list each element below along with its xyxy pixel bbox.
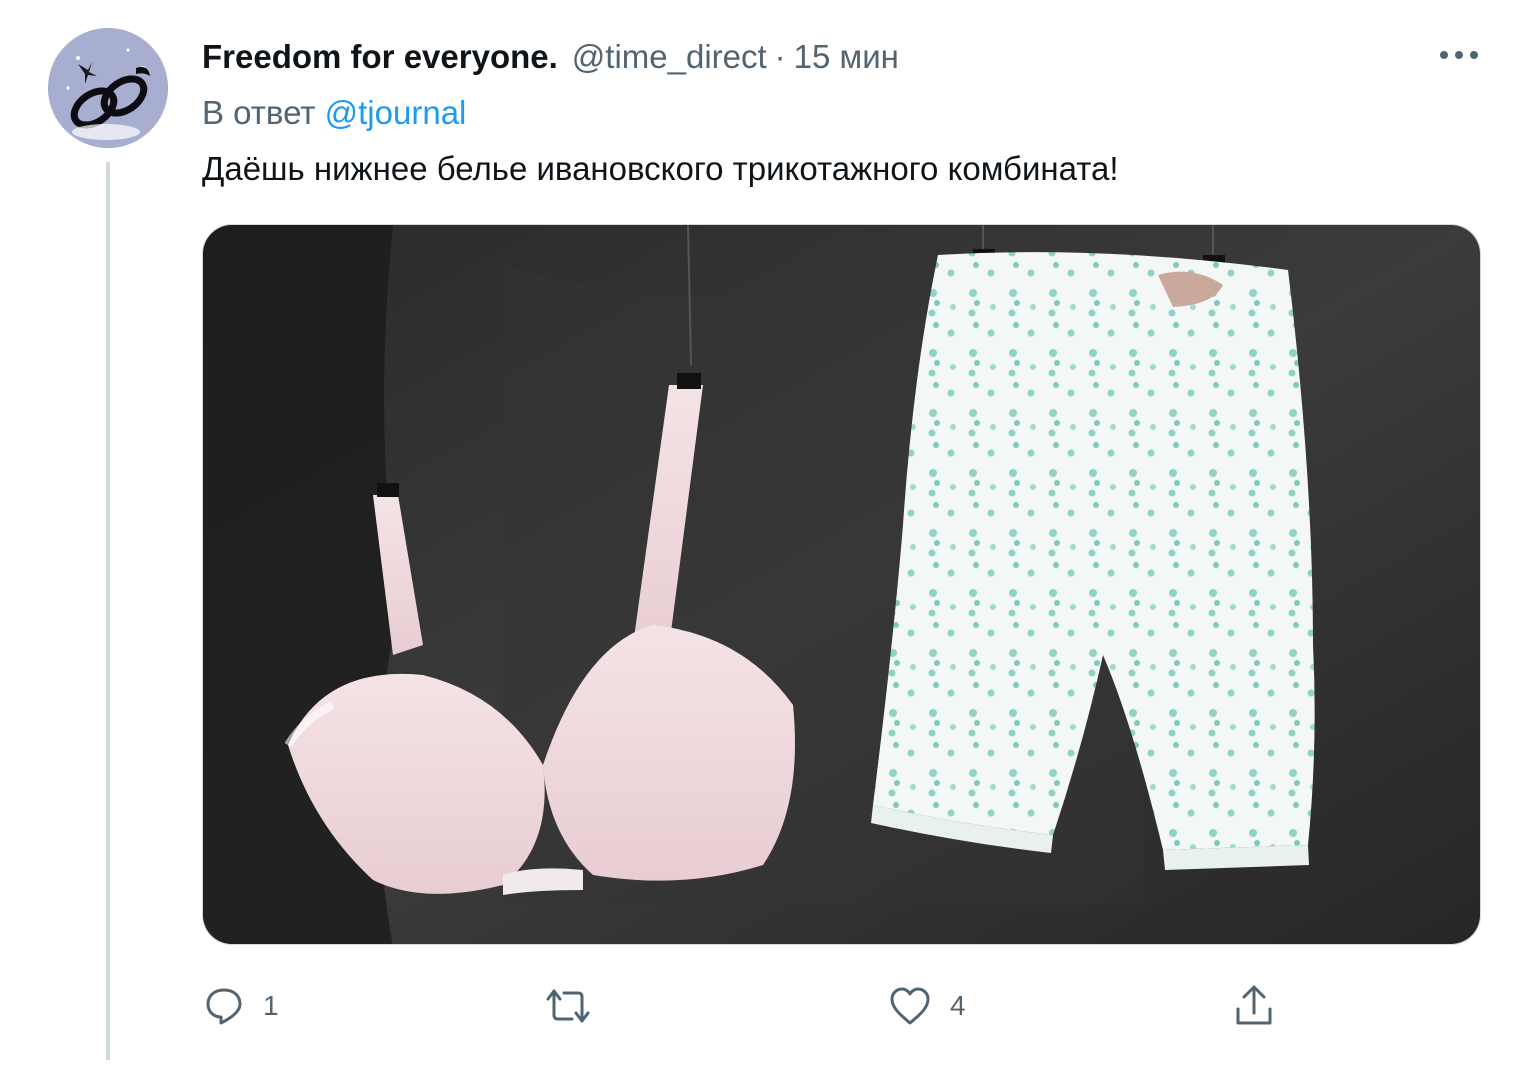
timestamp[interactable]: 15 мин (794, 38, 899, 76)
reply-icon (206, 988, 242, 1025)
separator-dot: · (774, 38, 786, 75)
avatar[interactable] (48, 28, 168, 148)
tweet-actions: 1 4 (0, 978, 1520, 1038)
reply-button[interactable]: 1 (203, 978, 279, 1034)
photo-underwear-image (203, 225, 1480, 944)
tweet[interactable]: Freedom for everyone. @time_direct · 15 … (0, 0, 1520, 1069)
reply-mention-link[interactable]: @tjournal (325, 94, 467, 131)
more-options-button[interactable] (1436, 38, 1482, 72)
retweet-button[interactable] (542, 978, 612, 1034)
share-icon (1236, 985, 1272, 1025)
tweet-photo[interactable] (202, 224, 1481, 945)
more-icon (1440, 51, 1478, 59)
reply-count: 1 (263, 990, 279, 1021)
avatar-chain-icon (48, 28, 168, 148)
reply-prefix: В ответ (202, 94, 316, 131)
heart-icon (890, 987, 930, 1025)
tweet-text: Даёшь нижнее белье ивановского трикотажн… (202, 150, 1119, 187)
user-handle[interactable]: @time_direct (572, 38, 767, 76)
like-count: 4 (950, 990, 966, 1021)
share-button[interactable] (1232, 978, 1294, 1034)
retweet-icon (546, 989, 590, 1023)
tweet-header: Freedom for everyone. @time_direct · 15 … (202, 38, 899, 78)
thread-line (106, 162, 110, 1060)
display-name[interactable]: Freedom for everyone. (202, 38, 558, 76)
reply-to-line: В ответ @tjournal (202, 94, 466, 132)
like-button[interactable]: 4 (888, 978, 966, 1034)
